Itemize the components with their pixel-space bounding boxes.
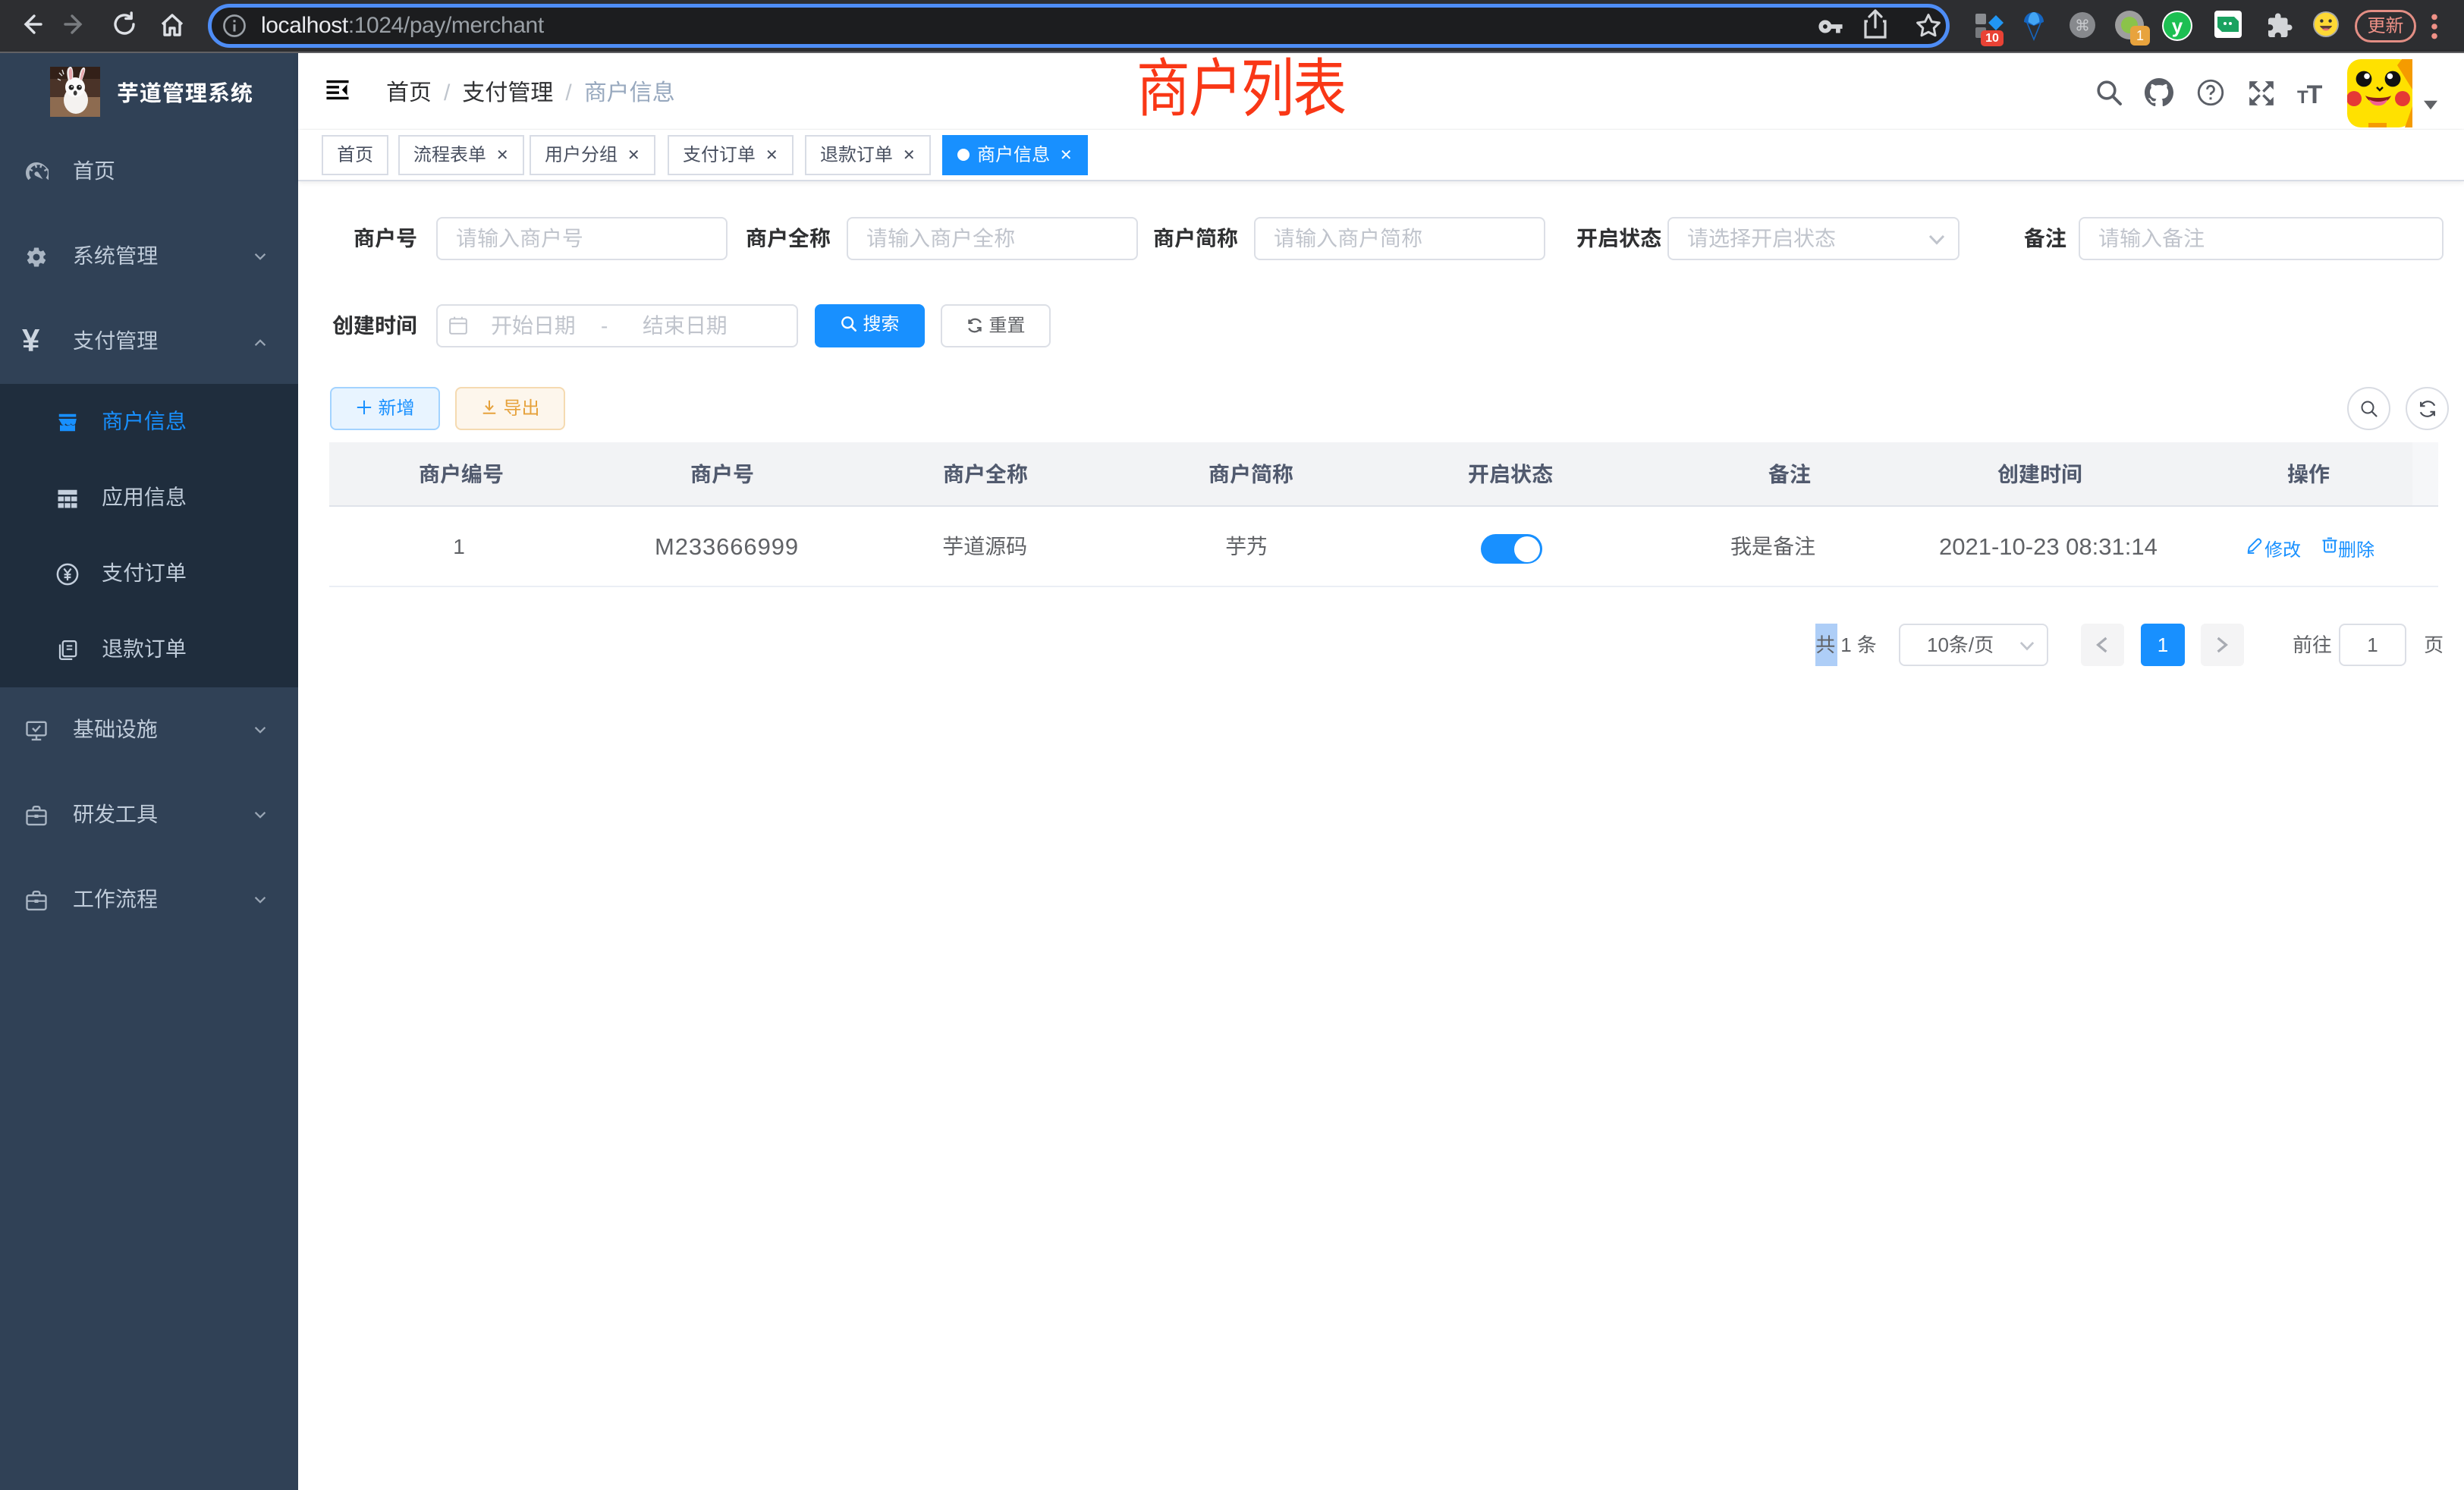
svg-text:⌘: ⌘	[2075, 17, 2090, 34]
svg-text:y: y	[2172, 14, 2183, 37]
